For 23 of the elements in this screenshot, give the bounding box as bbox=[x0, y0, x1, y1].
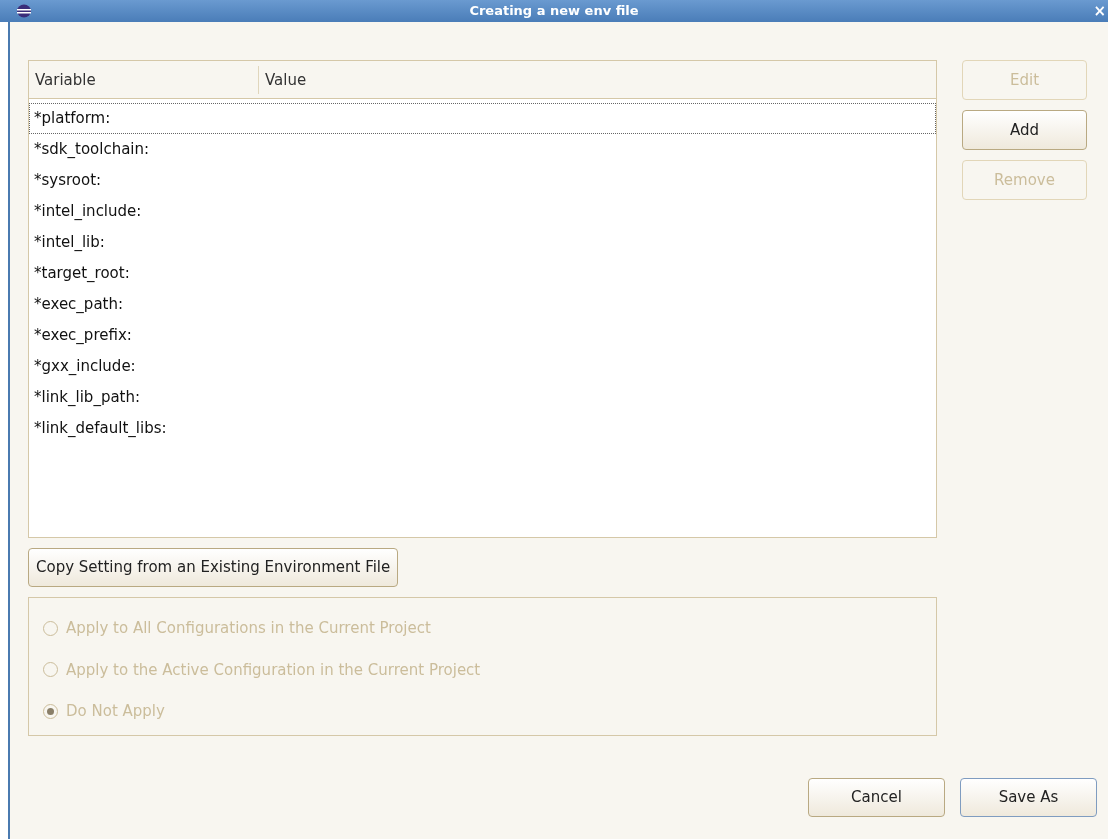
table-row[interactable]: *exec_prefix: bbox=[29, 320, 936, 351]
dialog-button[interactable]: Cancel bbox=[808, 778, 945, 817]
side-button[interactable]: Add bbox=[962, 110, 1087, 150]
table-row[interactable]: *link_lib_path: bbox=[29, 382, 936, 413]
table-row[interactable]: *sysroot: bbox=[29, 165, 936, 196]
table-row[interactable]: *gxx_include: bbox=[29, 351, 936, 382]
radio-label: Apply to All Configurations in the Current Project bbox=[66, 618, 431, 639]
close-button[interactable]: × bbox=[1093, 2, 1106, 20]
table-row[interactable]: *target_root: bbox=[29, 258, 936, 289]
table-row[interactable]: *exec_path: bbox=[29, 289, 936, 320]
window-title: Creating a new env file bbox=[469, 2, 639, 21]
table-row[interactable]: *link_default_libs: bbox=[29, 413, 936, 444]
dialog-button[interactable]: Save As bbox=[960, 778, 1097, 817]
table-row[interactable]: *intel_lib: bbox=[29, 227, 936, 258]
table-row[interactable]: *intel_include: bbox=[29, 196, 936, 227]
radio-label: Do Not Apply bbox=[66, 701, 165, 722]
copy-settings-button[interactable]: Copy Setting from an Existing Environment File bbox=[28, 548, 399, 587]
app-logo-icon bbox=[16, 4, 32, 18]
column-header[interactable]: Variable bbox=[29, 65, 259, 94]
radio-label: Apply to the Active Configuration in the Current Project bbox=[66, 659, 481, 681]
table-row[interactable]: *platform: bbox=[29, 103, 936, 134]
table-row[interactable]: *sdk_toolchain: bbox=[29, 134, 936, 165]
column-header[interactable]: Value bbox=[259, 65, 307, 94]
